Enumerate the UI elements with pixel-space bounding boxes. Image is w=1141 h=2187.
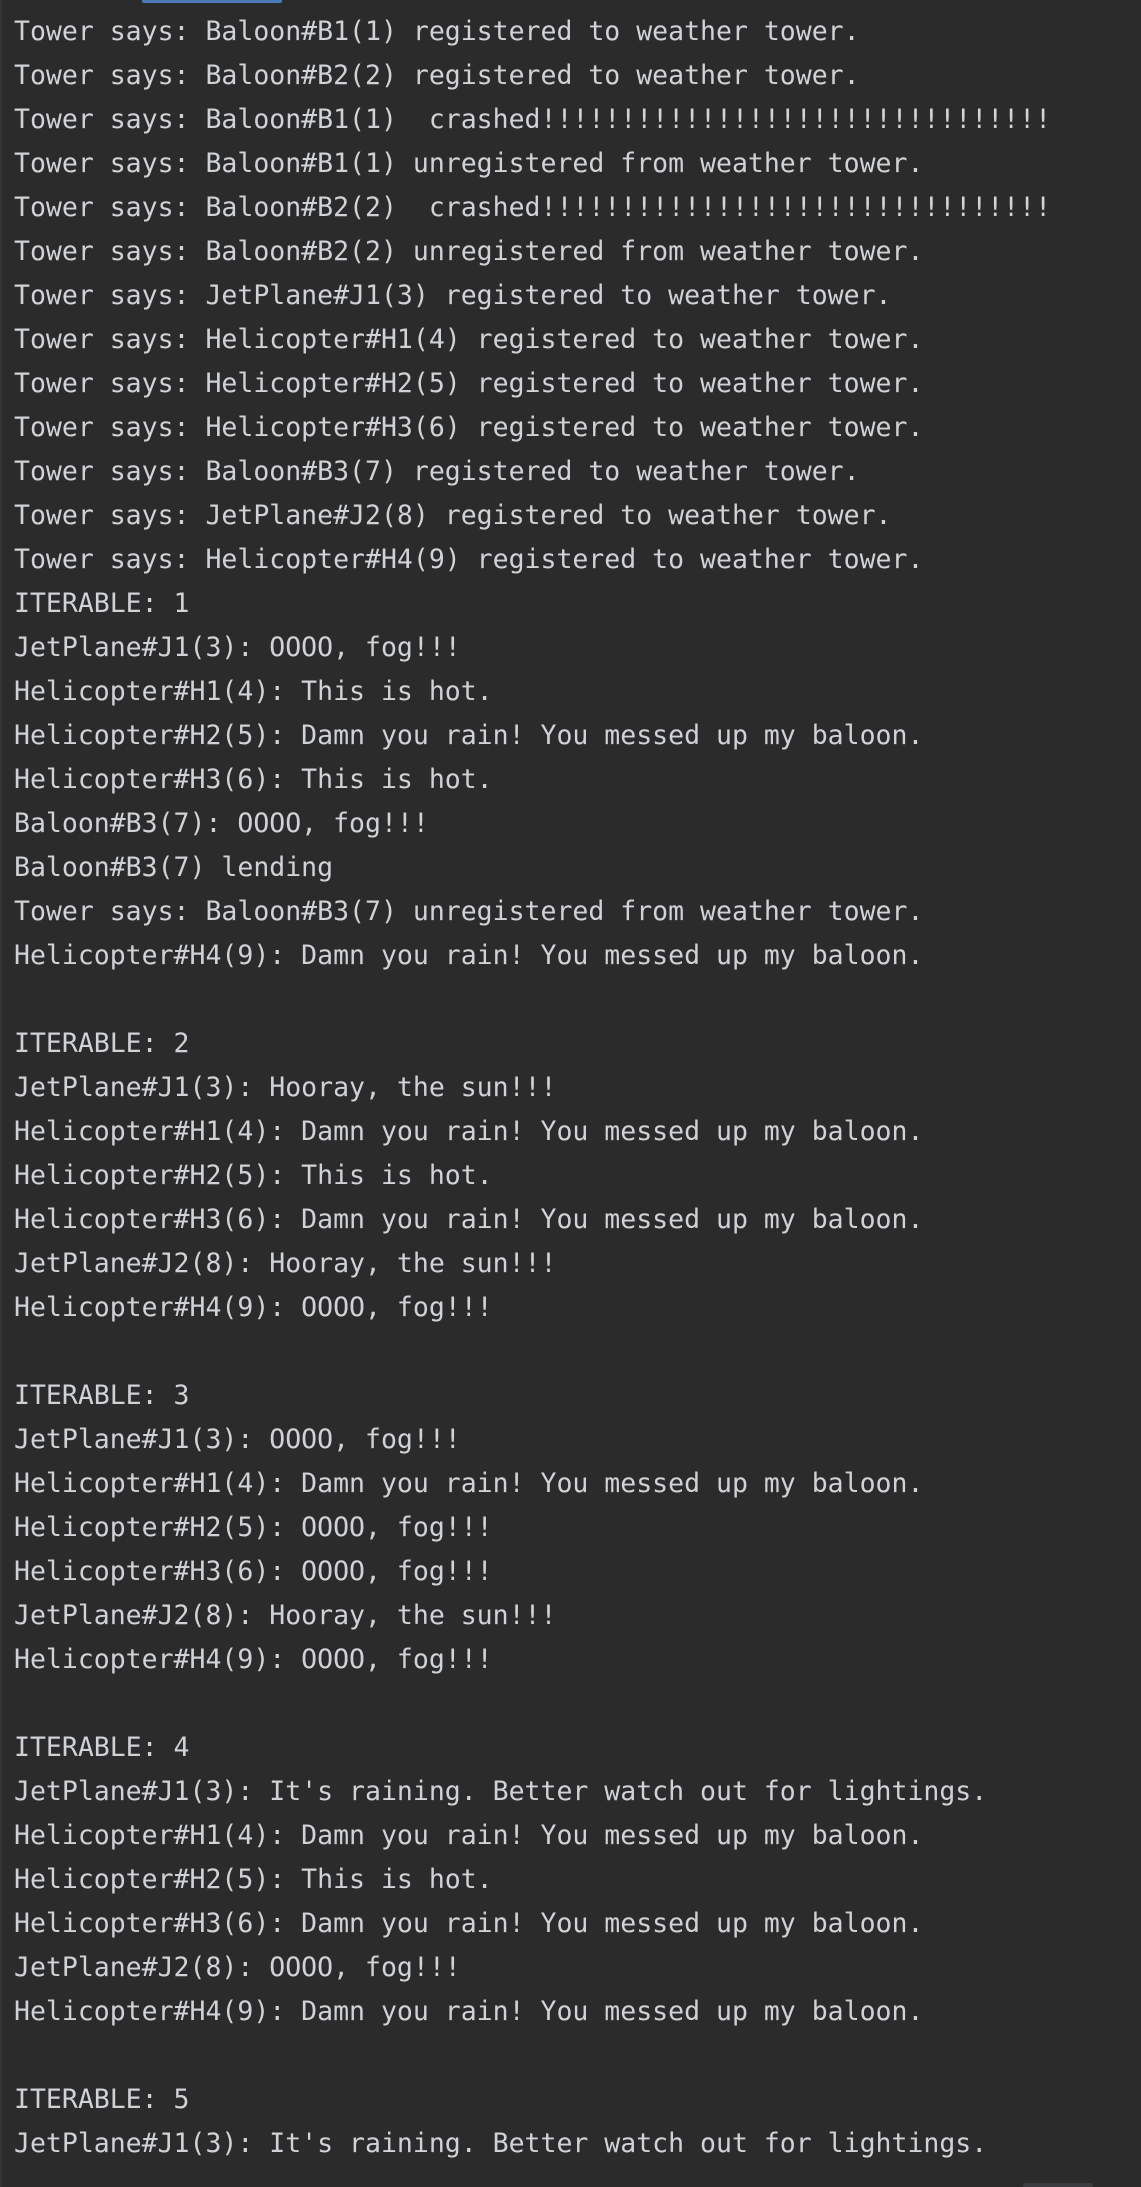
- console-line: Baloon#B3(7): OOOO, fog!!!: [14, 808, 429, 839]
- console-line: JetPlane#J2(8): Hooray, the sun!!!: [14, 1600, 557, 1631]
- console-line: Helicopter#H2(5): OOOO, fog!!!: [14, 1512, 493, 1543]
- active-tab-indicator: [142, 0, 282, 3]
- console-line: Helicopter#H2(5): Damn you rain! You mes…: [14, 720, 924, 751]
- console-line: Helicopter#H4(9): OOOO, fog!!!: [14, 1644, 493, 1675]
- console-line: Tower says: Helicopter#H3(6) registered …: [14, 412, 924, 443]
- console-line: Tower says: Helicopter#H1(4) registered …: [14, 324, 924, 355]
- console-line: Tower says: JetPlane#J2(8) registered to…: [14, 500, 892, 531]
- console-line: Helicopter#H4(9): Damn you rain! You mes…: [14, 940, 924, 971]
- console-line: Tower says: JetPlane#J1(3) registered to…: [14, 280, 892, 311]
- console-line: Tower says: Baloon#B2(2) unregistered fr…: [14, 236, 924, 267]
- console-line: Tower says: Baloon#B1(1) unregistered fr…: [14, 148, 924, 179]
- console-line: Helicopter#H3(6): Damn you rain! You mes…: [14, 1908, 924, 1939]
- console-line: Tower says: Baloon#B3(7) unregistered fr…: [14, 896, 924, 927]
- console-line: Helicopter#H3(6): OOOO, fog!!!: [14, 1556, 493, 1587]
- console-line: Helicopter#H4(9): Damn you rain! You mes…: [14, 1996, 924, 2027]
- console-line: Helicopter#H1(4): This is hot.: [14, 676, 493, 707]
- console-line: Helicopter#H3(6): Damn you rain! You mes…: [14, 1204, 924, 1235]
- console-line: Helicopter#H3(6): This is hot.: [14, 764, 493, 795]
- console-line: Tower says: Baloon#B2(2) crashed!!!!!!!!…: [14, 192, 1052, 223]
- console-line: Helicopter#H2(5): This is hot.: [14, 1160, 493, 1191]
- console-line: Tower says: Baloon#B3(7) registered to w…: [14, 456, 860, 487]
- console-line: JetPlane#J1(3): It's raining. Better wat…: [14, 2128, 988, 2159]
- console-output-panel[interactable]: Tower says: Baloon#B1(1) registered to w…: [0, 0, 1141, 2187]
- console-line: Helicopter#H4(9): OOOO, fog!!!: [14, 1292, 493, 1323]
- console-line: Helicopter#H1(4): Damn you rain! You mes…: [14, 1468, 924, 1499]
- console-line: Helicopter#H1(4): Damn you rain! You mes…: [14, 1116, 924, 1147]
- console-line: Helicopter#H2(5): This is hot.: [14, 1864, 493, 1895]
- console-output-text: Tower says: Baloon#B1(1) registered to w…: [14, 10, 1141, 2166]
- console-line: Tower says: Baloon#B1(1) registered to w…: [14, 16, 860, 47]
- console-line: Tower says: Helicopter#H2(5) registered …: [14, 368, 924, 399]
- console-line: Helicopter#H1(4): Damn you rain! You mes…: [14, 1820, 924, 1851]
- console-line: ITERABLE: 5: [14, 2084, 190, 2115]
- console-line: Tower says: Baloon#B2(2) registered to w…: [14, 60, 860, 91]
- console-line: JetPlane#J1(3): OOOO, fog!!!: [14, 632, 461, 663]
- console-line: ITERABLE: 2: [14, 1028, 190, 1059]
- console-line: JetPlane#J1(3): Hooray, the sun!!!: [14, 1072, 557, 1103]
- console-line: JetPlane#J1(3): It's raining. Better wat…: [14, 1776, 988, 1807]
- console-line: Tower says: Baloon#B1(1) crashed!!!!!!!!…: [14, 104, 1052, 135]
- console-line: Tower says: Helicopter#H4(9) registered …: [14, 544, 924, 575]
- console-line: ITERABLE: 4: [14, 1732, 190, 1763]
- horizontal-scrollbar[interactable]: [1023, 2183, 1093, 2187]
- console-line: JetPlane#J1(3): OOOO, fog!!!: [14, 1424, 461, 1455]
- panel-left-border: [0, 0, 2, 2187]
- console-line: ITERABLE: 3: [14, 1380, 190, 1411]
- console-line: Baloon#B3(7) lending: [14, 852, 334, 883]
- console-line: ITERABLE: 1: [14, 588, 190, 619]
- console-line: JetPlane#J2(8): OOOO, fog!!!: [14, 1952, 461, 1983]
- console-line: JetPlane#J2(8): Hooray, the sun!!!: [14, 1248, 557, 1279]
